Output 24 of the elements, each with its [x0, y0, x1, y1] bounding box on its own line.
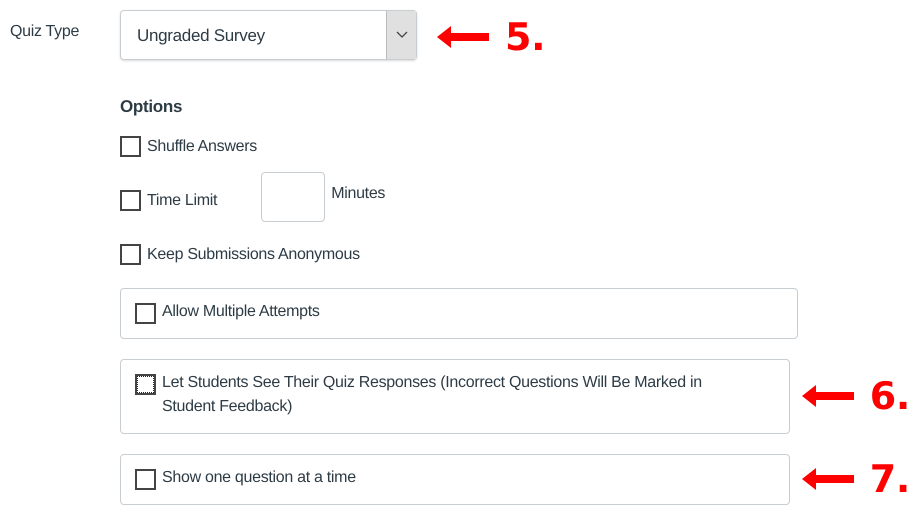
checkbox-label: Shuffle Answers	[147, 136, 257, 156]
number-input-field[interactable]	[261, 172, 326, 222]
section-heading: Options	[120, 96, 184, 118]
annotation-number: 6.	[870, 377, 910, 415]
checkbox[interactable]	[120, 190, 141, 211]
chevron-down-icon	[396, 31, 408, 39]
checkbox-label: Allow Multiple Attempts	[162, 302, 320, 322]
unit-label: Minutes	[331, 184, 386, 204]
checkbox-label: Let Students See Their Quiz Responses (Incorrect Questions Will Be Marked in Student Feedback)	[162, 372, 703, 416]
arrow-icon	[437, 26, 489, 48]
annotation-number: 7.	[870, 460, 910, 498]
select-field[interactable]: Ungraded Survey	[120, 10, 417, 60]
checkbox-label: Time Limit	[147, 190, 218, 210]
arrow-icon	[802, 468, 854, 490]
field-label: Quiz Type	[10, 22, 80, 42]
checkbox[interactable]	[120, 136, 141, 157]
annotation-number: 5.	[505, 18, 546, 56]
checkbox[interactable]	[135, 468, 156, 490]
arrow-icon	[802, 385, 854, 407]
checkbox-label: Keep Submissions Anonymous	[147, 244, 360, 264]
checkbox-label: Show one question at a time	[162, 468, 356, 488]
checkbox[interactable]	[135, 302, 156, 324]
checkbox[interactable]	[120, 244, 141, 265]
checkbox[interactable]	[135, 374, 156, 394]
